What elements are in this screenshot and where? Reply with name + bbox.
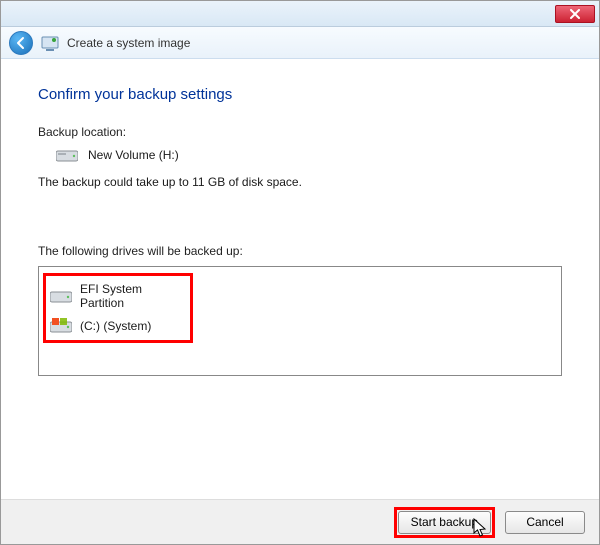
list-item: (C:) (System) (48, 314, 188, 338)
cancel-button[interactable]: Cancel (505, 511, 585, 534)
content-area: Confirm your backup settings Backup loca… (1, 59, 599, 499)
wizard-title: Create a system image (67, 36, 190, 50)
wizard-header: Create a system image (1, 27, 599, 59)
drive-name: (C:) (System) (80, 319, 151, 333)
titlebar (1, 1, 599, 27)
list-item: EFI System Partition (48, 278, 188, 314)
wizard-footer: Start backup Cancel (1, 499, 599, 544)
backup-location-label: Backup location: (38, 125, 562, 139)
drives-label: The following drives will be backed up: (38, 244, 562, 258)
close-button[interactable] (555, 5, 595, 23)
page-heading: Confirm your backup settings (38, 86, 562, 103)
wizard-window: Create a system image Confirm your backu… (0, 0, 600, 545)
annotation-box: EFI System Partition (C:) (System) (43, 273, 193, 343)
close-icon (570, 9, 580, 19)
start-backup-button[interactable]: Start backup (398, 511, 491, 534)
size-estimate: The backup could take up to 11 GB of dis… (38, 175, 562, 189)
backup-location-row: New Volume (H:) (38, 147, 562, 163)
annotation-box: Start backup (394, 507, 495, 538)
windows-drive-icon (50, 318, 72, 334)
hard-drive-icon (50, 288, 72, 304)
drive-name: EFI System Partition (80, 282, 186, 310)
system-image-icon (41, 34, 59, 52)
drives-listbox[interactable]: EFI System Partition (C:) (System) (38, 266, 562, 376)
hard-drive-icon (56, 147, 78, 163)
back-button[interactable] (9, 31, 33, 55)
backup-location-value: New Volume (H:) (88, 148, 179, 162)
arrow-left-icon (14, 36, 28, 50)
